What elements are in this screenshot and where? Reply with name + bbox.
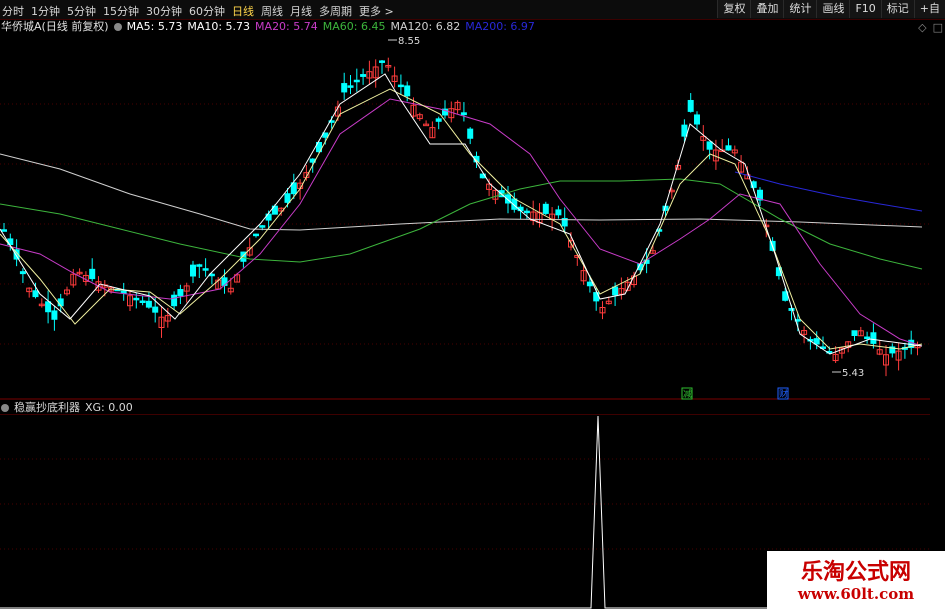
watermark-logo: 乐淘公式网 www.60lt.com	[767, 551, 945, 609]
candle-body	[523, 210, 530, 214]
candle-body	[89, 268, 96, 280]
period-tab-2[interactable]: 5分钟	[67, 3, 96, 19]
candle-body	[57, 298, 64, 307]
toolbar-button-3[interactable]: 画线	[816, 0, 850, 18]
candle-body	[851, 330, 858, 336]
candle-body	[542, 203, 549, 214]
watermark-url: www.60lt.com	[797, 585, 915, 603]
candle-body	[706, 141, 713, 150]
candle-body	[221, 277, 228, 286]
candle-body	[725, 145, 732, 151]
candle-body	[253, 233, 259, 237]
ma120-line	[0, 153, 923, 231]
chart-side-icons: ◇ □	[918, 21, 943, 34]
candle-body	[612, 286, 619, 296]
candle-body	[171, 294, 178, 307]
event-marker-label: 财	[779, 388, 788, 400]
candle-body	[694, 114, 700, 125]
ma-legend-item-3: MA60: 6.45	[322, 20, 386, 33]
candle-body	[687, 99, 694, 112]
candle-body	[1, 229, 7, 232]
toolbar-button-1[interactable]: 叠加	[750, 0, 784, 18]
candle-body	[555, 209, 562, 216]
candle-body	[19, 271, 26, 275]
toolbar-right-buttons: 复权 叠加 统计 画线 F10 标记 +自	[717, 0, 945, 19]
ma200-line	[734, 171, 923, 212]
candle-body	[404, 85, 411, 97]
candle-body	[813, 338, 820, 345]
candle-body	[864, 336, 871, 340]
square-icon[interactable]: □	[933, 21, 943, 34]
candle-body	[586, 281, 593, 287]
stock-title: 华侨城A(日线 前复权)	[1, 20, 109, 33]
ma-legend: 华侨城A(日线 前复权) MA5: 5.73 MA10: 5.73 MA20: 5.…	[1, 20, 535, 34]
candles	[1, 57, 921, 377]
period-tab-10[interactable]: 更多 >	[359, 3, 394, 19]
candle-body	[435, 118, 442, 122]
candle-body	[681, 124, 688, 137]
period-tab-9[interactable]: 多周期	[319, 3, 352, 19]
candle-body	[196, 264, 203, 267]
indicator-name: 稳赢抄底利器	[14, 401, 80, 414]
period-tab-0[interactable]: 分时	[2, 3, 24, 19]
watermark-title: 乐淘公式网	[800, 560, 911, 585]
candle-body	[341, 83, 348, 93]
candle-body	[379, 60, 385, 63]
diamond-icon[interactable]: ◇	[918, 21, 926, 34]
candle-body	[152, 306, 159, 313]
candle-body	[353, 79, 360, 83]
high-label: 8.55	[398, 36, 420, 47]
candle-body	[139, 300, 146, 303]
low-label: 5.43	[842, 368, 864, 379]
event-marker-label: 减	[683, 388, 692, 400]
toolbar-button-4[interactable]: F10	[849, 0, 881, 18]
candle-body	[347, 85, 354, 88]
ma-legend-item-5: MA200: 6.97	[465, 20, 535, 33]
candle-body	[870, 332, 877, 344]
candle-body	[45, 301, 52, 313]
toolbar-button-6[interactable]: +自	[913, 0, 945, 18]
price-chart[interactable]: 8.55 5.43 减 财	[0, 34, 930, 400]
candle-body	[177, 289, 184, 297]
period-tab-5[interactable]: 60分钟	[189, 3, 225, 19]
indicator-value: XG: 0.00	[85, 401, 133, 414]
period-tab-3[interactable]: 15分钟	[103, 3, 139, 19]
period-tab-6[interactable]: 日线	[232, 3, 254, 19]
ma20-line	[0, 98, 923, 347]
ma-legend-item-2: MA20: 5.74	[255, 20, 318, 33]
settings-circle-icon[interactable]	[113, 23, 122, 31]
ma-legend-item-1: MA10: 5.73	[187, 20, 251, 33]
ma-legend-item-0: MA5: 5.73	[126, 20, 183, 33]
toolbar-button-0[interactable]: 复权	[717, 0, 751, 18]
period-tab-8[interactable]: 月线	[290, 3, 312, 19]
candle-body	[51, 310, 58, 320]
period-tab-7[interactable]: 周线	[261, 3, 283, 19]
candle-body	[202, 268, 209, 271]
candle-body	[190, 264, 196, 277]
candle-body	[397, 84, 404, 88]
period-tab-1[interactable]: 1分钟	[31, 3, 60, 19]
candle-body	[467, 128, 474, 139]
candle-body	[360, 74, 367, 77]
candle-body	[133, 297, 140, 301]
period-tabs: 分时 1分钟 5分钟 15分钟 30分钟 60分钟 日线 周线 月线 多周期 更多 >	[2, 3, 394, 19]
indicator-settings-icon[interactable]	[1, 404, 9, 412]
period-tab-4[interactable]: 30分钟	[146, 3, 182, 19]
candle-body	[460, 112, 467, 116]
ma5-line	[0, 73, 923, 355]
candle-body	[284, 193, 291, 203]
ma10-line	[0, 88, 923, 350]
period-toolbar: 分时 1分钟 5分钟 15分钟 30分钟 60分钟 日线 周线 月线 多周期 更多 > 复权 叠加 统计…	[0, 0, 945, 20]
toolbar-button-2[interactable]: 统计	[783, 0, 817, 18]
ma-legend-item-4: MA120: 6.82	[390, 20, 461, 33]
candle-body	[259, 225, 266, 228]
candle-body	[120, 290, 127, 294]
candle-body	[32, 290, 39, 298]
candle-body	[788, 307, 795, 311]
candle-body	[145, 300, 152, 308]
toolbar-button-5[interactable]: 标记	[880, 0, 914, 18]
indicator-legend: 稳赢抄底利器 XG: 0.00	[1, 401, 133, 415]
